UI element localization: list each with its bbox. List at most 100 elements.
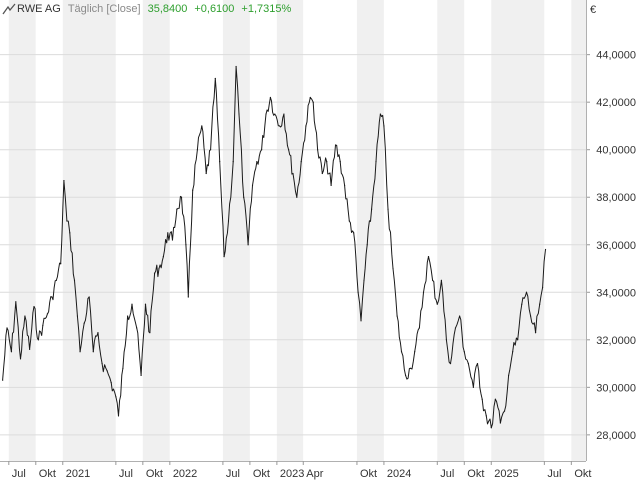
y-tick-label: 32,0000 [596,335,636,347]
price-point [66,220,68,222]
price-point [503,410,506,412]
price-point [525,291,528,293]
price-point [101,362,103,365]
x-tick-label: Okt [574,468,591,480]
price-point [418,327,421,329]
y-axis-labels: 28,0000 30,0000 32,0000 34,0000 36,0000 38,00… [596,50,636,442]
price-point [383,125,385,127]
price-point [353,232,355,234]
price-point [379,113,382,115]
price-point [83,322,85,324]
interval-label[interactable]: Täglich [Close] [68,3,141,15]
price-point [541,286,544,289]
price-point [256,160,258,163]
price-point [292,172,294,175]
price-point [305,125,307,127]
period-band [571,0,586,461]
x-tick-label: Okt [39,468,56,480]
price-point [422,291,425,293]
period-band [303,0,357,461]
price-point [330,184,332,186]
price-point [196,149,198,151]
price-point [326,160,328,163]
change-percent: +1,7315% [241,3,292,15]
price-point [176,208,178,210]
period-band [169,0,223,461]
period-band [544,0,572,461]
price-point [6,327,8,329]
price-point [97,332,99,334]
price-point [92,351,94,353]
x-tick-label: Okt [253,468,270,480]
price-point [2,379,4,381]
price-point [449,362,452,365]
price-point [458,315,461,317]
price-point [15,301,17,303]
price-point [317,149,319,151]
price-point [348,220,350,222]
price-point [171,239,174,241]
period-band [383,0,438,461]
price-point [309,96,311,99]
period-band [62,0,116,461]
period-bands [0,0,586,461]
price-point [185,244,187,246]
y-tick-label: 40,0000 [596,145,636,157]
change-absolute: +0,6100 [194,3,235,15]
price-point [46,313,49,315]
price-point [232,160,234,163]
price-point [339,160,341,163]
price-point [19,358,22,360]
price-point [507,374,510,377]
price-point [122,367,124,369]
price-point [162,256,164,258]
x-tick-label: Jul [440,468,454,480]
price-point [144,303,147,305]
price-point [312,101,314,103]
price-point [436,303,438,305]
price-point [363,279,365,282]
price-point [209,149,212,151]
price-point [79,351,81,353]
y-tick-label: 28,0000 [596,430,636,442]
period-band [464,0,492,461]
price-point [321,172,323,175]
price-point [467,362,469,365]
price-point [396,315,398,317]
price-point [219,160,221,163]
period-band [249,0,277,461]
price-point [300,160,302,163]
price-point [149,332,151,334]
price-point [60,263,62,265]
price-point [180,196,183,198]
price-point [357,291,359,293]
price-point [440,279,443,282]
price-point [106,370,108,372]
period-band [356,0,384,461]
price-point [117,415,120,417]
price-point [278,125,281,127]
price-chart[interactable]: 28,0000 30,0000 32,0000 34,0000 36,0000 38,00… [0,0,640,480]
x-tick-label: 2023 [280,468,304,480]
price-point [42,324,44,327]
price-point [544,248,547,251]
price-point [136,327,138,329]
price-point [140,374,142,377]
chart-root: 28,0000 30,0000 32,0000 34,0000 36,0000 38,00… [0,0,640,480]
price-point [238,113,240,115]
price-point [529,315,532,317]
x-tick-label: 2022 [173,468,197,480]
price-point [214,77,216,80]
price-point [201,125,203,127]
period-band [142,0,170,461]
period-band [437,0,465,461]
price-point [445,339,447,341]
price-point [405,374,407,377]
price-point [167,232,169,234]
price-point [472,386,474,388]
price-point [521,303,523,305]
price-point [261,149,263,151]
x-tick-label: Jul [12,468,26,480]
line-chart-icon [2,3,16,15]
y-tick-label: 30,0000 [596,382,636,394]
